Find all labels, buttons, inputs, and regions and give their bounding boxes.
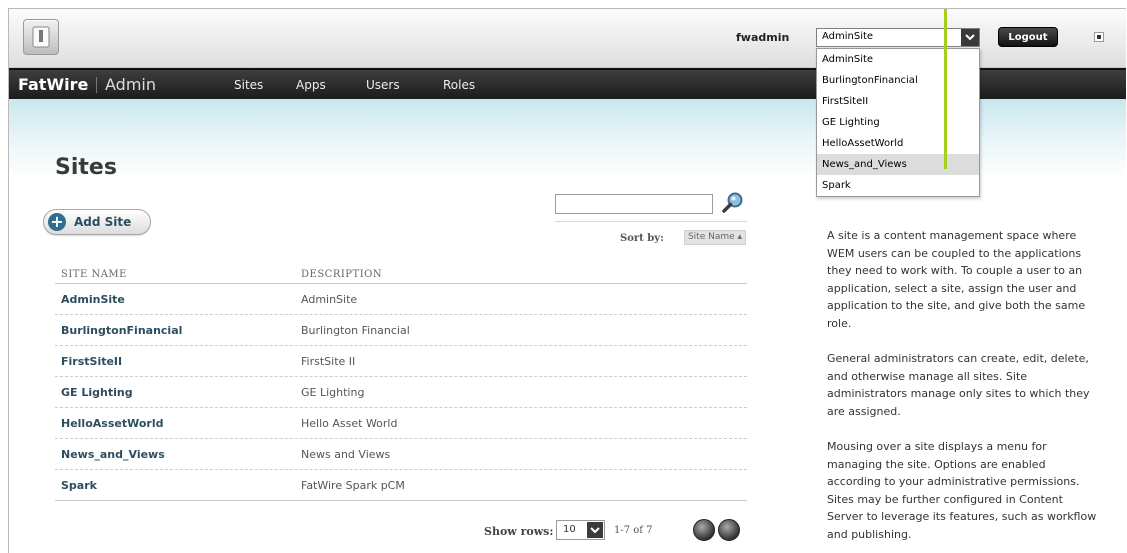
help-paragraph: Mousing over a site displays a menu for … — [827, 440, 1097, 541]
site-name-link[interactable]: HelloAssetWorld — [61, 417, 163, 430]
site-option[interactable]: FirstSiteII — [817, 91, 979, 112]
logout-button[interactable]: Logout — [998, 27, 1058, 47]
help-paragraph: General administrators can create, edit,… — [827, 352, 1090, 418]
add-site-label: Add Site — [74, 215, 132, 229]
username-label: fwadmin — [736, 31, 790, 44]
site-option[interactable]: Spark — [817, 175, 979, 196]
prev-page-icon[interactable] — [693, 519, 715, 541]
nav-item-sites[interactable]: Sites — [234, 78, 263, 92]
site-description: Burlington Financial — [301, 324, 410, 337]
search-divider — [555, 221, 747, 222]
search-input[interactable] — [555, 194, 713, 214]
annotation-marker — [944, 9, 947, 169]
column-header-description: DESCRIPTION — [301, 269, 383, 280]
table-row[interactable]: AdminSite AdminSite — [55, 284, 747, 315]
square-icon — [1097, 35, 1101, 39]
nav-item-apps[interactable]: Apps — [296, 78, 326, 92]
rows-per-page-value: 10 — [563, 524, 576, 535]
site-name-link[interactable]: AdminSite — [61, 293, 125, 306]
help-paragraph: A site is a content management space whe… — [827, 229, 1086, 330]
chevron-down-icon[interactable] — [587, 522, 603, 538]
brand-admin: Admin — [105, 75, 156, 94]
site-name-link[interactable]: News_and_Views — [61, 448, 165, 461]
page-title: Sites — [55, 155, 117, 180]
site-description: News and Views — [301, 448, 391, 461]
nav-item-roles[interactable]: Roles — [443, 78, 475, 92]
site-description: AdminSite — [301, 293, 358, 306]
window-corner-button[interactable] — [1094, 32, 1104, 42]
site-name-link[interactable]: BurlingtonFinancial — [61, 324, 182, 337]
site-description: FirstSite II — [301, 355, 356, 368]
column-header-site-name[interactable]: SITE NAME — [61, 269, 127, 280]
site-option[interactable]: AdminSite — [817, 49, 979, 70]
pager-range: 1-7 of 7 — [614, 525, 653, 536]
table-row[interactable]: News_and_Views News and Views — [55, 439, 747, 470]
table-row[interactable]: FirstSiteII FirstSite II — [55, 346, 747, 377]
add-site-button[interactable]: + Add Site — [43, 209, 151, 235]
brand-fatwire: FatWire — [18, 75, 89, 94]
search-icon[interactable] — [721, 191, 745, 215]
site-select-dropdown: AdminSite BurlingtonFinancial FirstSiteI… — [816, 48, 980, 197]
site-option[interactable]: BurlingtonFinancial — [817, 70, 979, 91]
plus-icon: + — [48, 213, 66, 231]
site-description: Hello Asset World — [301, 417, 398, 430]
table-row[interactable]: Spark FatWire Spark pCM — [55, 470, 747, 501]
chevron-down-icon[interactable] — [961, 29, 979, 46]
site-select-value: AdminSite — [822, 31, 874, 42]
site-name-link[interactable]: GE Lighting — [61, 386, 133, 399]
brand-divider — [96, 77, 97, 93]
table-row[interactable]: HelloAssetWorld Hello Asset World — [55, 408, 747, 439]
site-name-link[interactable]: FirstSiteII — [61, 355, 122, 368]
sort-site-name-button[interactable]: Site Name ▴ — [684, 230, 746, 245]
help-text-panel: A site is a content management space whe… — [827, 227, 1099, 553]
site-option-hovered[interactable]: News_and_Views — [817, 154, 979, 175]
site-name-link[interactable]: Spark — [61, 479, 97, 492]
sort-label: Sort by: — [620, 233, 664, 244]
show-rows-label: Show rows: — [484, 525, 554, 538]
nav-item-users[interactable]: Users — [366, 78, 400, 92]
table-row[interactable]: GE Lighting GE Lighting — [55, 377, 747, 408]
app-window: fwadmin AdminSite Logout FatWire Admin S… — [8, 8, 1126, 553]
table-header: SITE NAME DESCRIPTION — [55, 263, 747, 284]
table-row[interactable]: BurlingtonFinancial Burlington Financial — [55, 315, 747, 346]
site-description: GE Lighting — [301, 386, 365, 399]
logo-icon[interactable] — [23, 19, 59, 55]
site-description: FatWire Spark pCM — [301, 479, 405, 492]
site-option[interactable]: GE Lighting — [817, 112, 979, 133]
site-option[interactable]: HelloAssetWorld — [817, 133, 979, 154]
site-select[interactable]: AdminSite — [816, 28, 980, 47]
rows-per-page-select[interactable]: 10 — [556, 520, 605, 540]
next-page-icon[interactable] — [718, 519, 740, 541]
sites-table: SITE NAME DESCRIPTION AdminSite AdminSit… — [55, 263, 747, 501]
